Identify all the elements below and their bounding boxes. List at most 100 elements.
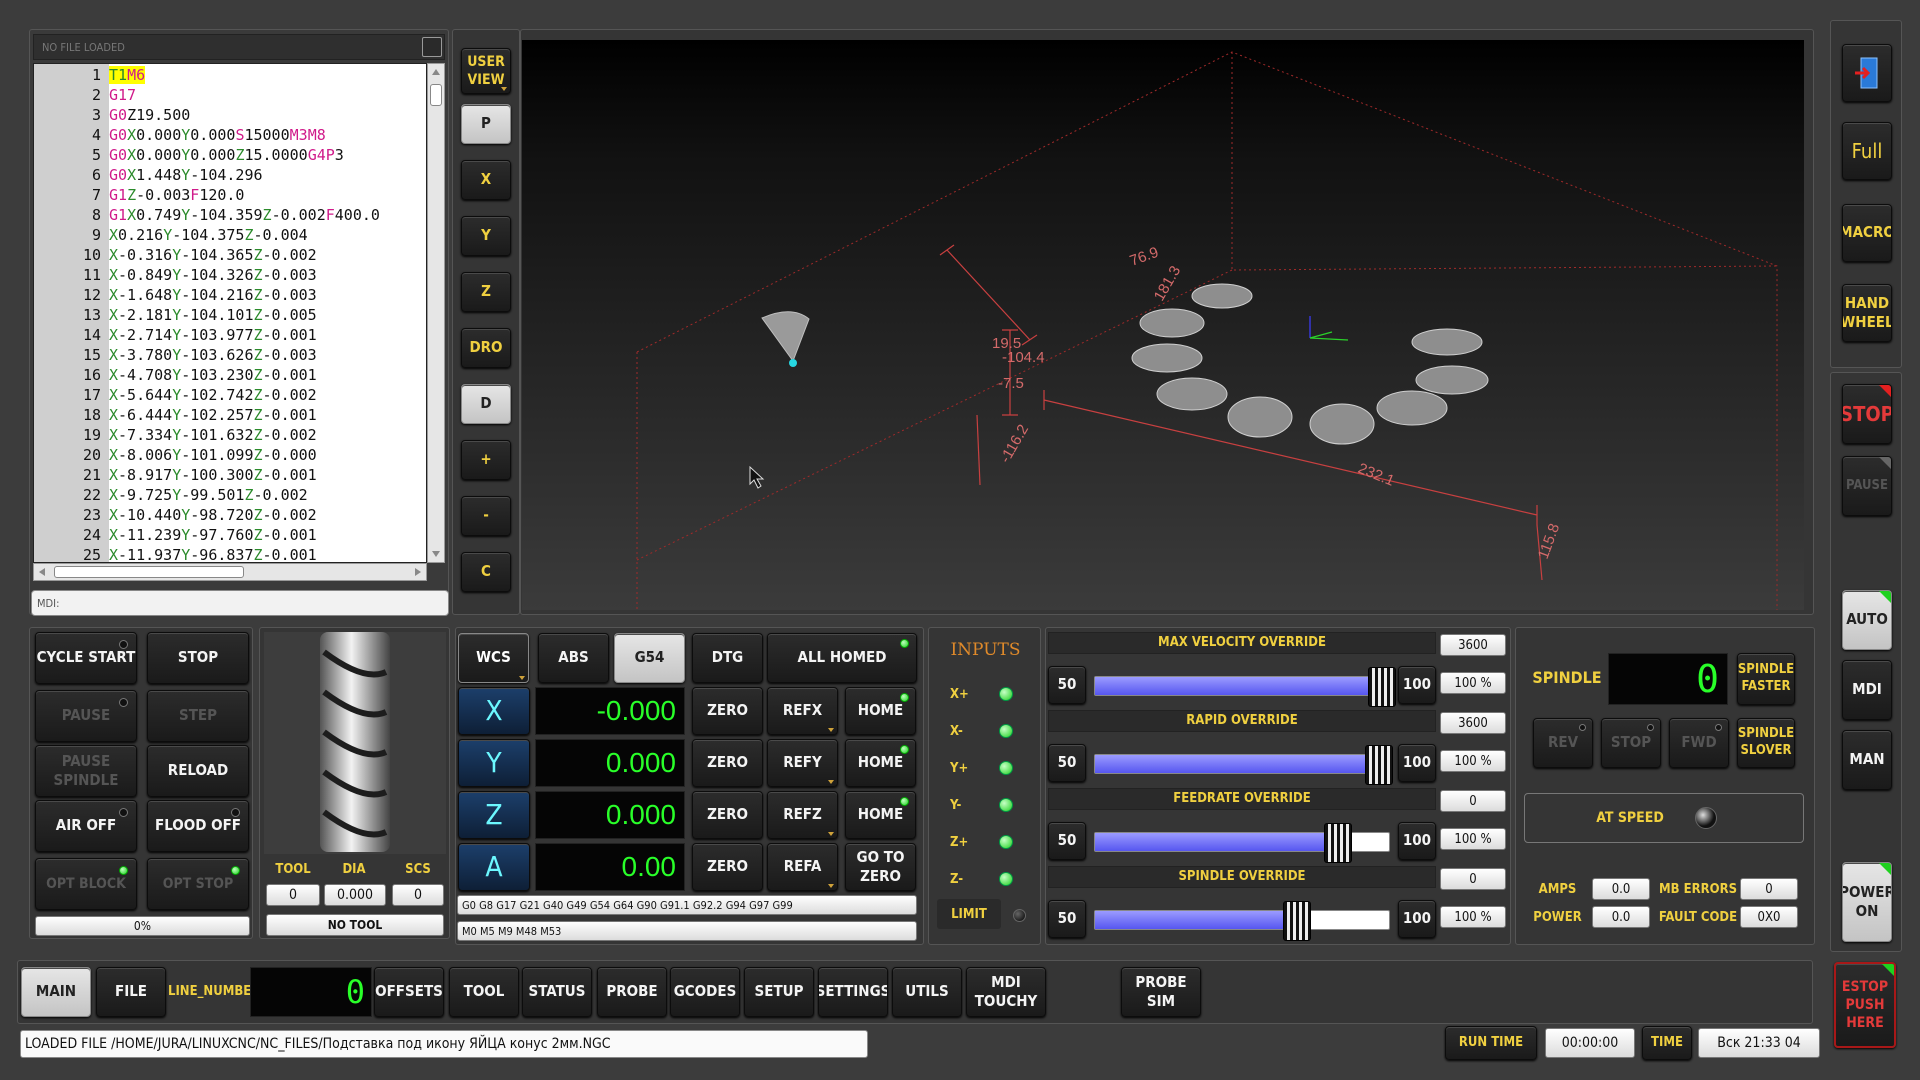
reload-button[interactable]: RELOAD	[147, 745, 249, 797]
ref-y-button[interactable]: REFY	[767, 739, 838, 787]
view-p-button[interactable]: P	[461, 104, 511, 144]
macro-button[interactable]: MACRO	[1842, 204, 1892, 262]
view-x-button[interactable]: X	[461, 160, 511, 200]
override-max-button[interactable]: 100	[1398, 666, 1436, 704]
slider-handle[interactable]	[1324, 823, 1353, 863]
view-d-button[interactable]: D	[461, 384, 511, 424]
axis-a-button[interactable]: A	[458, 843, 530, 891]
gcode-line[interactable]: 15 X-3.780Y-103.626Z-0.003	[34, 345, 426, 365]
override-min-button[interactable]: 50	[1048, 900, 1086, 938]
air-off-button[interactable]: AIR OFF	[35, 800, 137, 852]
auto-mode-button[interactable]: AUTO	[1842, 590, 1892, 650]
view-y-button[interactable]: Y	[461, 216, 511, 256]
override-max-button[interactable]: 100	[1398, 822, 1436, 860]
cycle-start-button[interactable]: CYCLE START	[35, 632, 137, 684]
opt-block-button[interactable]: OPT BLOCK	[35, 858, 137, 910]
slider-handle[interactable]	[1283, 901, 1312, 941]
tab-file[interactable]: FILE	[96, 967, 166, 1017]
scroll-hthumb[interactable]	[54, 566, 244, 578]
gcode-line[interactable]: 14 X-2.714Y-103.977Z-0.001	[34, 325, 426, 345]
scroll-up-arrow[interactable]	[432, 69, 440, 75]
gcode-line[interactable]: 22 X-9.725Y-99.501Z-0.002	[34, 485, 426, 505]
scroll-down-arrow[interactable]	[432, 551, 440, 557]
tab-setup[interactable]: SETUP	[744, 967, 814, 1017]
override-slider[interactable]	[1094, 745, 1394, 785]
home-z-button[interactable]: HOME	[845, 791, 916, 839]
override-min-button[interactable]: 50	[1048, 744, 1086, 782]
wcs-button[interactable]: WCS	[458, 633, 529, 683]
gcode-line[interactable]: 2 G17	[34, 85, 426, 105]
gcode-line[interactable]: 12 X-1.648Y-104.216Z-0.003	[34, 285, 426, 305]
tab-tool[interactable]: TOOL	[449, 967, 519, 1017]
tab-probe-sim[interactable]: PROBE SIM	[1121, 967, 1201, 1017]
zero-x-button[interactable]: ZERO	[692, 687, 763, 735]
home-y-button[interactable]: HOME	[845, 739, 916, 787]
override-slider[interactable]	[1094, 667, 1397, 707]
clear-view-button[interactable]: C	[461, 552, 511, 592]
pause-button[interactable]: PAUSE	[1842, 456, 1892, 516]
gcode-line[interactable]: 10 X-0.316Y-104.365Z-0.002	[34, 245, 426, 265]
gcode-line[interactable]: 1 T1M6	[34, 65, 426, 85]
ref-z-button[interactable]: REFZ	[767, 791, 838, 839]
tab-main[interactable]: MAIN	[21, 967, 91, 1017]
zoom-in-button[interactable]: +	[461, 440, 511, 480]
tab-status[interactable]: STATUS	[522, 967, 592, 1017]
flood-off-button[interactable]: FLOOD OFF	[147, 800, 249, 852]
stop-control-button[interactable]: STOP	[147, 632, 249, 684]
gcode-line[interactable]: 4 G0X0.000Y0.000S15000M3M8	[34, 125, 426, 145]
gcode-line[interactable]: 6 G0X1.448Y-104.296	[34, 165, 426, 185]
gcode-line[interactable]: 13 X-2.181Y-104.101Z-0.005	[34, 305, 426, 325]
gcode-line[interactable]: 3 G0Z19.500	[34, 105, 426, 125]
goto-zero-button[interactable]: GO TO ZERO	[845, 843, 916, 891]
view-z-button[interactable]: Z	[461, 272, 511, 312]
gcode-line[interactable]: 5 G0X0.000Y0.000Z15.0000G4P3	[34, 145, 426, 165]
gcode-line[interactable]: 24 X-11.239Y-97.760Z-0.001	[34, 525, 426, 545]
close-file-button[interactable]	[422, 37, 442, 57]
ref-x-button[interactable]: REFX	[767, 687, 838, 735]
home-x-button[interactable]: HOME	[845, 687, 916, 735]
gcode-line[interactable]: 16 X-4.708Y-103.230Z-0.001	[34, 365, 426, 385]
tab-probe[interactable]: PROBE	[597, 967, 667, 1017]
spindle-slower-button[interactable]: SPINDLE SLOVER	[1737, 718, 1795, 768]
slider-handle[interactable]	[1365, 745, 1394, 785]
step-button[interactable]: STEP	[147, 690, 249, 742]
gcode-line[interactable]: 25 X-11.937Y-96.837Z-0.001	[34, 545, 426, 562]
view-dro-button[interactable]: DRO	[461, 328, 511, 368]
vertical-scrollbar[interactable]	[427, 63, 445, 563]
all-homed-button[interactable]: ALL HOMED	[767, 633, 917, 683]
exit-button[interactable]	[1842, 44, 1892, 102]
axis-y-button[interactable]: Y	[458, 739, 530, 787]
gcode-line[interactable]: 21 X-8.917Y-100.300Z-0.001	[34, 465, 426, 485]
gcode-line[interactable]: 20 X-8.006Y-101.099Z-0.000	[34, 445, 426, 465]
override-min-button[interactable]: 50	[1048, 666, 1086, 704]
manual-mode-button[interactable]: MAN	[1842, 730, 1892, 790]
tab-mdi-touchy[interactable]: MDI TOUCHY	[966, 967, 1046, 1017]
zero-z-button[interactable]: ZERO	[692, 791, 763, 839]
slider-handle[interactable]	[1368, 667, 1397, 707]
gcode-line[interactable]: 23 X-10.440Y-98.720Z-0.002	[34, 505, 426, 525]
scroll-left-arrow[interactable]	[39, 568, 45, 576]
stop-button[interactable]: STOP	[1842, 384, 1892, 444]
zero-y-button[interactable]: ZERO	[692, 739, 763, 787]
scroll-right-arrow[interactable]	[415, 568, 421, 576]
mdi-mode-button[interactable]: MDI	[1842, 660, 1892, 720]
override-max-button[interactable]: 100	[1398, 744, 1436, 782]
handwheel-button[interactable]: HAND WHEEL	[1842, 284, 1892, 342]
gcode-line[interactable]: 17 X-5.644Y-102.742Z-0.002	[34, 385, 426, 405]
pause-spindle-button[interactable]: PAUSE SPINDLE	[35, 745, 137, 797]
zoom-out-button[interactable]: -	[461, 496, 511, 536]
estop-button[interactable]: ESTOP PUSH HERE	[1834, 962, 1896, 1048]
opt-stop-button[interactable]: OPT STOP	[147, 858, 249, 910]
override-slider[interactable]	[1094, 823, 1390, 863]
spindle-stop-button[interactable]: STOP	[1601, 718, 1661, 768]
spindle-fwd-button[interactable]: FWD	[1669, 718, 1729, 768]
override-slider[interactable]	[1094, 901, 1390, 941]
tab-utils[interactable]: UTILS	[892, 967, 962, 1017]
g54-button[interactable]: G54	[614, 633, 685, 683]
mdi-input[interactable]: MDI:	[31, 590, 449, 616]
spindle-rev-button[interactable]: REV	[1533, 718, 1593, 768]
toolpath-preview[interactable]: 76.9 181.3 19.5 -104.4 -7.5 -116.2 232.1 115.8	[522, 40, 1804, 610]
gcode-line[interactable]: 7 G1Z-0.003F120.0	[34, 185, 426, 205]
gcode-line[interactable]: 18 X-6.444Y-102.257Z-0.001	[34, 405, 426, 425]
tab-settings[interactable]: SETTINGS	[818, 967, 888, 1017]
